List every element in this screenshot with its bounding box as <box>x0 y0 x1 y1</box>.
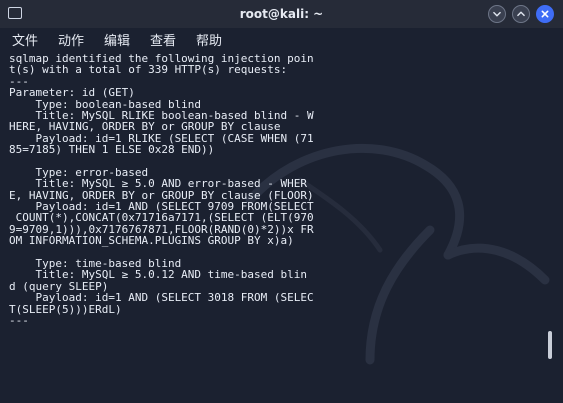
terminal-output-area[interactable]: sqlmap identified the following injectio… <box>0 50 563 403</box>
terminal-line: Parameter: id (GET) <box>9 86 135 100</box>
terminal-window: root@kali: ~ 文件 动作 编辑 查看 帮助 sqlmap ident… <box>0 0 563 403</box>
menu-edit[interactable]: 编辑 <box>104 30 130 49</box>
terminal-line: T(SLEEP(5)))ERdL) <box>9 302 122 316</box>
terminal-line: t(s) with a total of 339 HTTP(s) request… <box>9 63 288 77</box>
close-icon <box>541 10 549 18</box>
maximize-button[interactable] <box>512 5 530 23</box>
terminal-text: sqlmap identified the following injectio… <box>9 53 314 327</box>
terminal-line: 85=7185) THEN 1 ELSE 0x28 END)) <box>9 143 215 157</box>
menu-actions[interactable]: 动作 <box>58 30 84 49</box>
terminal-line: Payload: id=1 AND (SELECT 3018 FROM (SEL… <box>9 291 314 305</box>
terminal-line: --- <box>9 313 29 327</box>
terminal-line: Title: MySQL ≥ 5.0 AND error-based - WHE… <box>9 177 308 191</box>
menu-view[interactable]: 查看 <box>150 30 176 49</box>
window-title: root@kali: ~ <box>239 7 324 21</box>
chevron-up-icon <box>517 11 525 17</box>
chevron-down-icon <box>493 11 501 17</box>
menu-bar: 文件 动作 编辑 查看 帮助 <box>0 28 563 50</box>
menu-help[interactable]: 帮助 <box>196 30 222 49</box>
menu-file[interactable]: 文件 <box>12 30 38 49</box>
terminal-line: OM INFORMATION_SCHEMA.PLUGINS GROUP BY x… <box>9 234 294 248</box>
minimize-button[interactable] <box>488 5 506 23</box>
vertical-scrollbar[interactable] <box>548 331 552 359</box>
close-button[interactable] <box>536 5 554 23</box>
title-bar[interactable]: root@kali: ~ <box>0 0 563 28</box>
